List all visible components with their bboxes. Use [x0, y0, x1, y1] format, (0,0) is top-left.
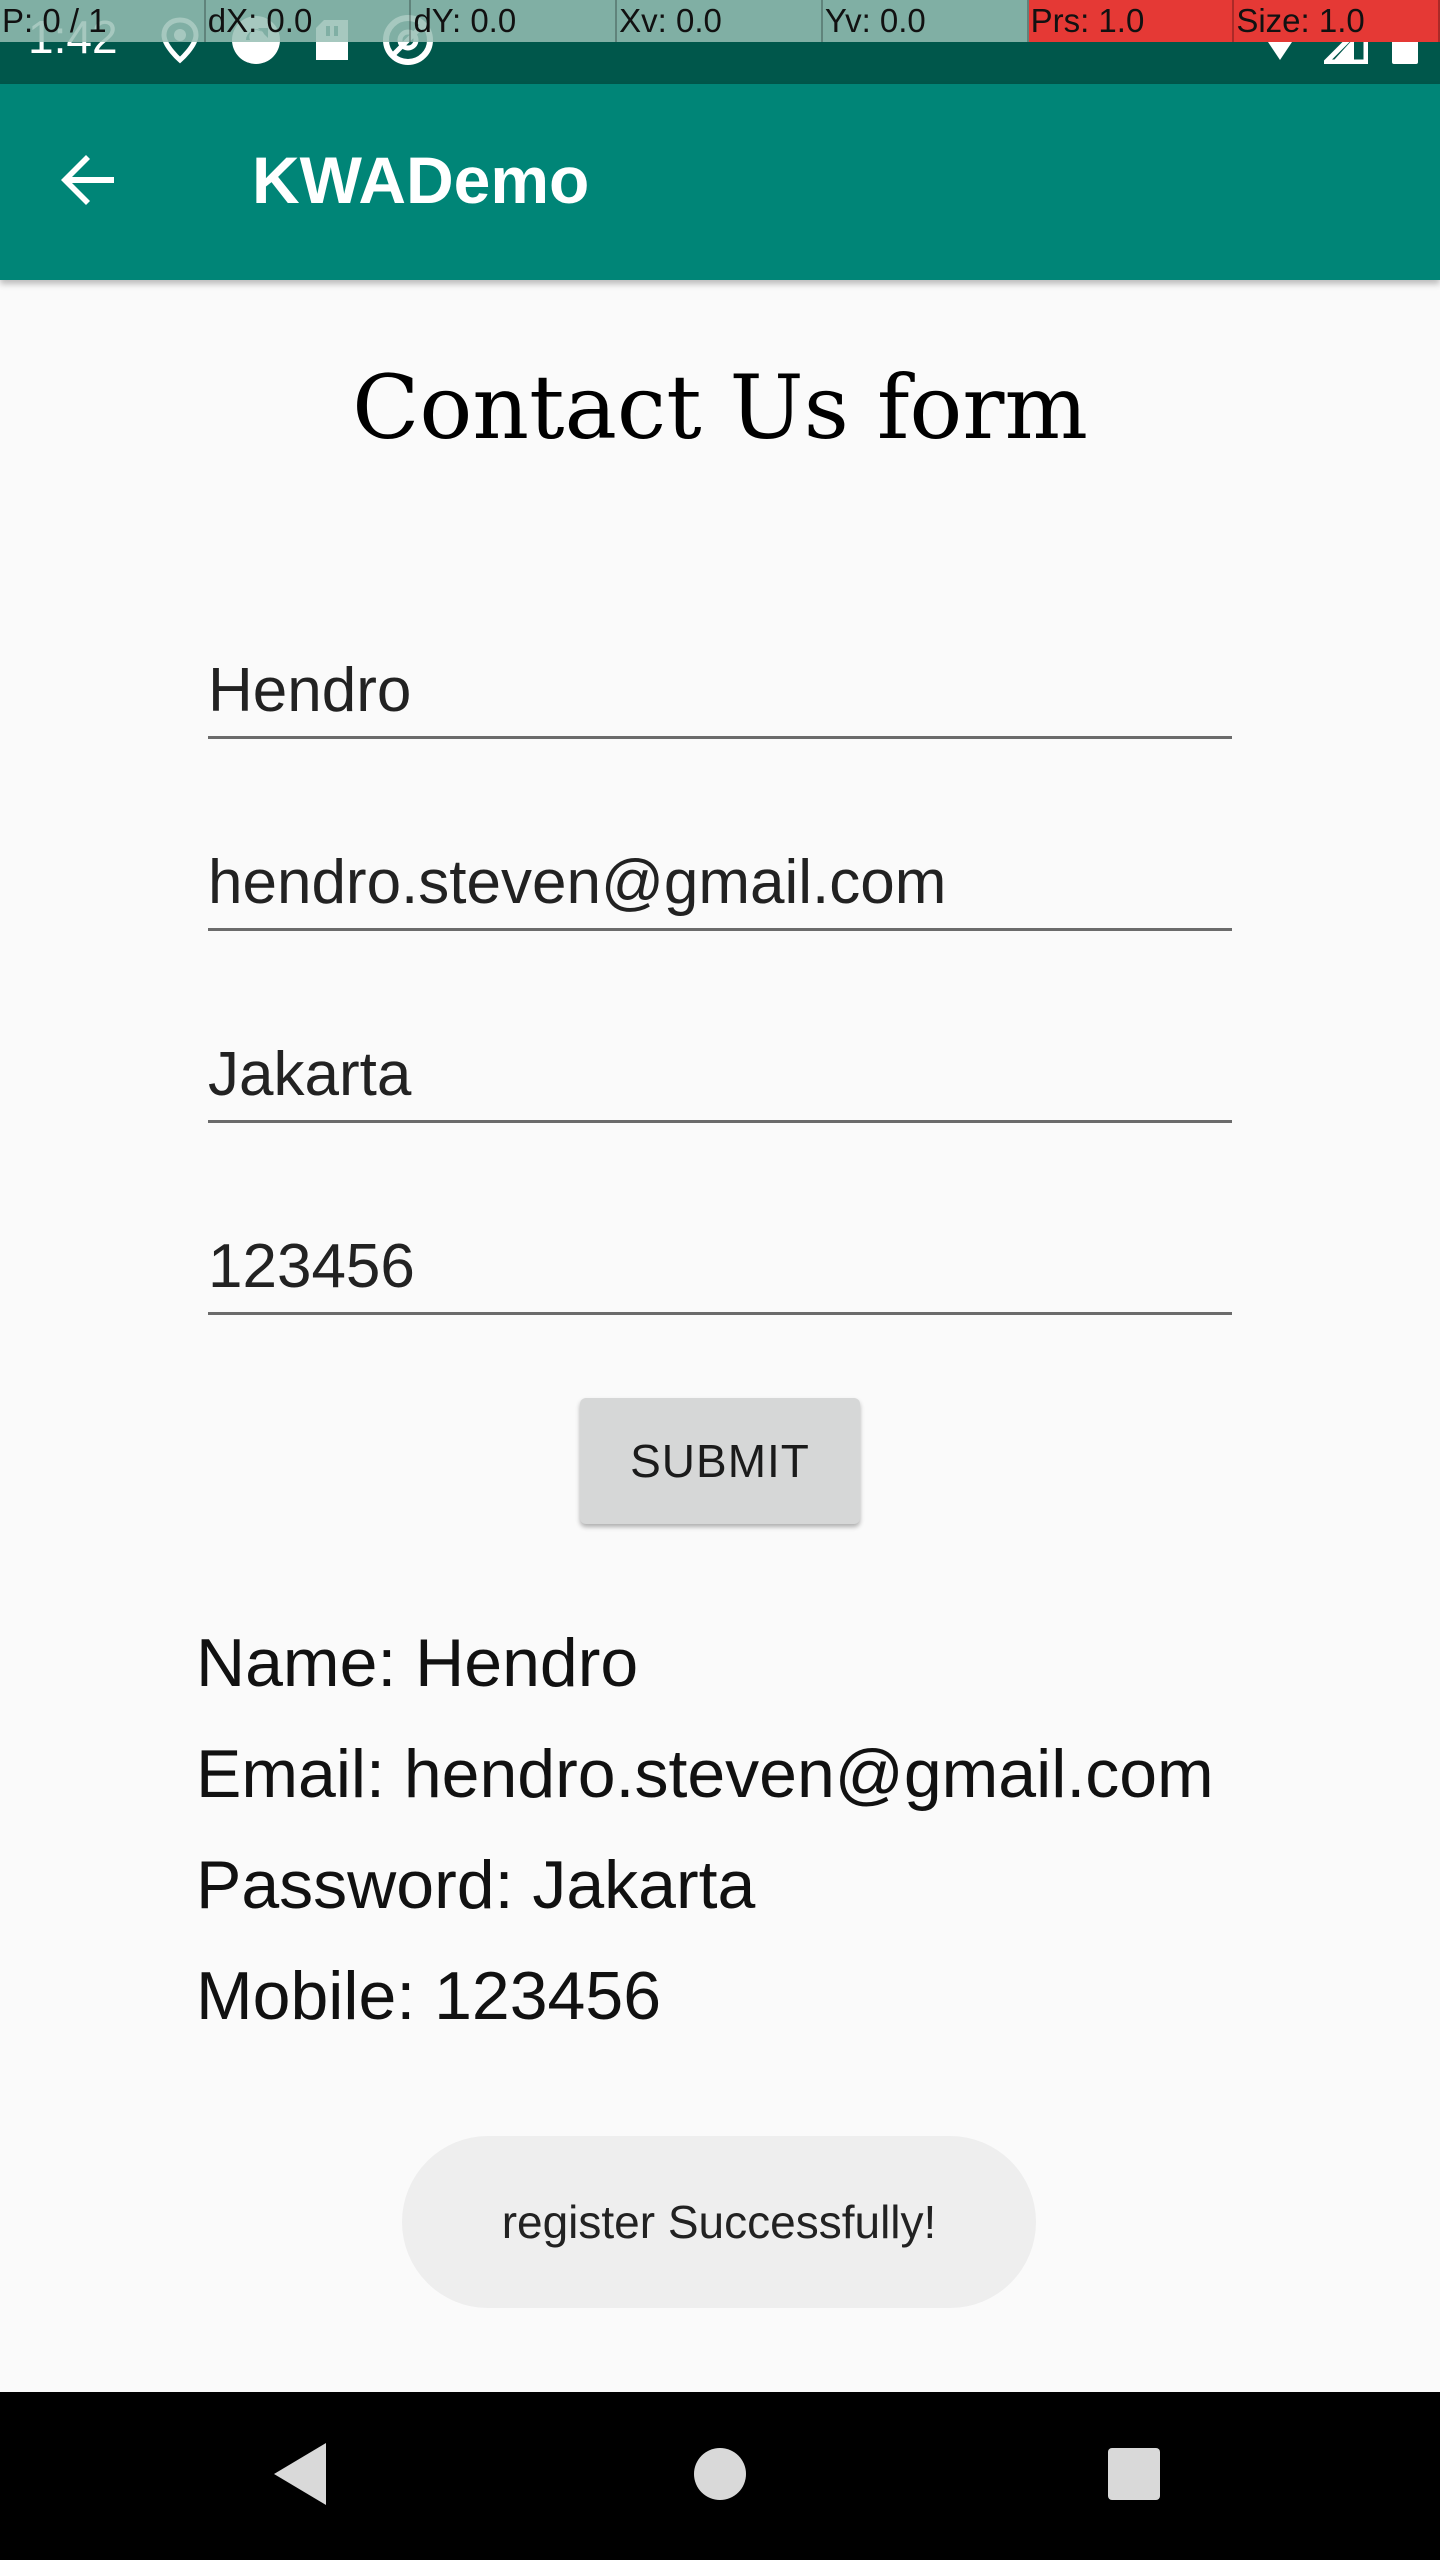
mobile-input[interactable] [208, 1231, 1232, 1302]
password-input[interactable] [208, 1039, 1232, 1110]
pointer-count: P: 0 / 1 [0, 0, 206, 42]
name-input[interactable] [208, 655, 1232, 726]
mobile-field[interactable] [208, 1202, 1232, 1315]
result-name: Name: Hendro [196, 1625, 639, 1701]
result-password: Password: Jakarta [196, 1847, 756, 1923]
email-input[interactable] [208, 847, 1232, 918]
back-button[interactable] [40, 134, 136, 230]
name-field[interactable] [208, 626, 1232, 739]
nav-back-button[interactable] [244, 2420, 356, 2532]
nav-home-icon [692, 2446, 748, 2507]
pointer-size: Size: 1.0 [1234, 0, 1440, 42]
pointer-xv: Xv: 0.0 [617, 0, 823, 42]
toast-message: register Successfully! [402, 2136, 1036, 2308]
nav-home-button[interactable] [664, 2420, 776, 2532]
pointer-dy: dY: 0.0 [411, 0, 618, 42]
email-field[interactable] [208, 818, 1232, 931]
pointer-dx: dX: 0.0 [206, 0, 412, 42]
navigation-bar [0, 2392, 1440, 2560]
nav-back-icon [268, 2439, 332, 2514]
pointer-yv: Yv: 0.0 [823, 0, 1029, 42]
password-field[interactable] [208, 1010, 1232, 1123]
form-title: Contact Us form [352, 356, 1088, 459]
arrow-back-icon [56, 148, 120, 217]
result-email: Email: hendro.steven@gmail.com [196, 1736, 1214, 1812]
pointer-pressure: Prs: 1.0 [1028, 0, 1235, 42]
pointer-location-overlay: P: 0 / 1 dX: 0.0 dY: 0.0 Xv: 0.0 Yv: 0.0… [0, 0, 1440, 42]
app-title: KWADemo [252, 143, 590, 217]
result-mobile: Mobile: 123456 [196, 1958, 662, 2034]
nav-recents-button[interactable] [1078, 2420, 1190, 2532]
nav-recents-icon [1106, 2446, 1162, 2507]
app-bar: KWADemo [0, 84, 1440, 280]
submit-button[interactable]: SUBMIT [580, 1398, 860, 1524]
